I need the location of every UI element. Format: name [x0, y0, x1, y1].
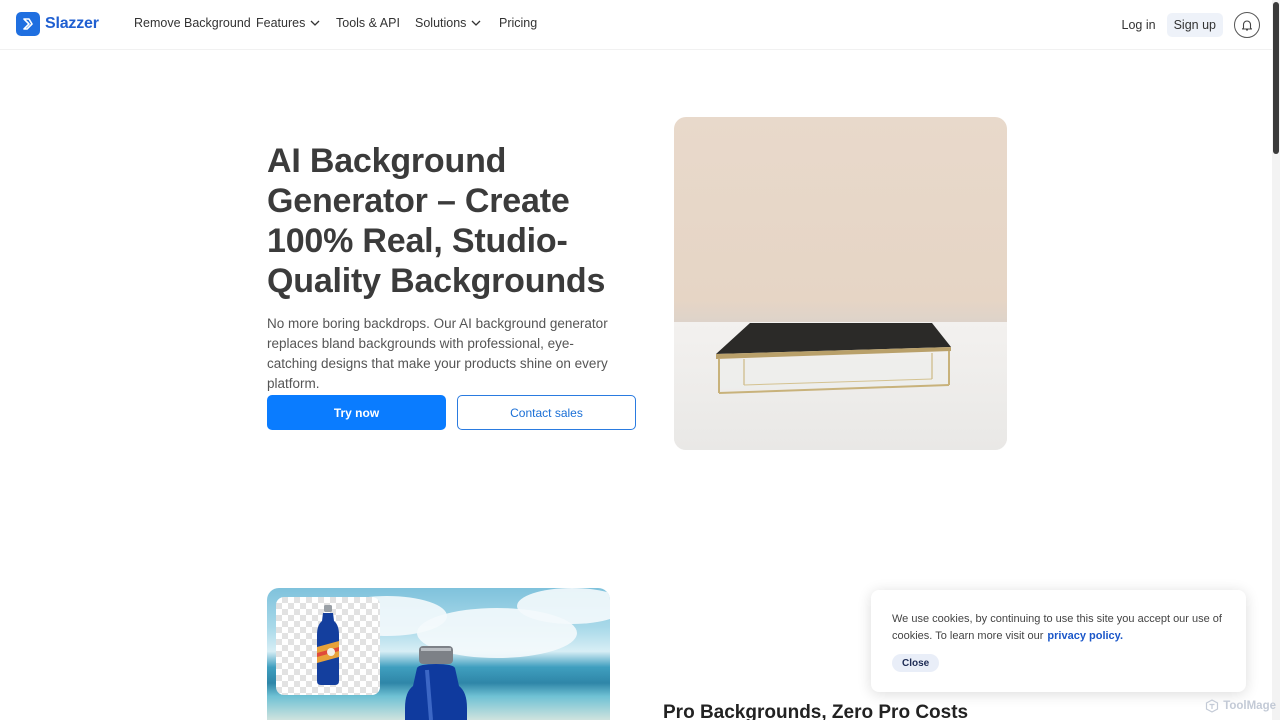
section-title: Pro Backgrounds, Zero Pro Costs [663, 702, 969, 720]
toolmage-logo-icon [1206, 699, 1219, 713]
cookie-message: We use cookies, by continuing to use thi… [892, 611, 1222, 645]
logo[interactable]: Slazzer [16, 12, 99, 36]
nav-link-label: Pricing [499, 16, 538, 30]
beach-product-image [267, 588, 610, 720]
bell-icon [1241, 20, 1253, 31]
nav-remove-background[interactable]: Remove Background [134, 16, 251, 30]
hero-product-image [674, 117, 1007, 450]
product-tray-image [716, 323, 951, 394]
watermark: ToolMage [1205, 699, 1276, 713]
try-now-button[interactable]: Try now [267, 395, 446, 430]
hero-description: No more boring backdrops. Our AI backgro… [267, 316, 608, 391]
contact-sales-button[interactable]: Contact sales [457, 395, 636, 430]
page-scrollbar[interactable] [1272, 0, 1280, 720]
top-navbar: Slazzer Remove Background Features Tools… [0, 0, 1272, 50]
nav-pricing[interactable]: Pricing [499, 16, 537, 30]
hero-title: AI Background Generator – Create 100% Re… [267, 142, 606, 300]
bottle-cutout-image [317, 605, 339, 685]
transparent-bottle-thumbnail [276, 597, 380, 695]
watermark-text: ToolMage [1223, 700, 1276, 712]
signup-button[interactable]: Sign up [1166, 13, 1223, 37]
notification-button[interactable] [1234, 12, 1260, 38]
nav-link-label: Tools & API [336, 16, 400, 30]
nav-link-label: Remove Background [134, 16, 251, 30]
cookie-close-button[interactable]: Close [892, 654, 940, 672]
chevron-down-icon [310, 20, 320, 26]
login-link[interactable]: Log in [1122, 18, 1156, 32]
cookie-banner: We use cookies, by continuing to use thi… [871, 590, 1246, 692]
privacy-policy-link[interactable]: privacy policy. [1047, 630, 1123, 642]
nav-solutions[interactable]: Solutions [415, 16, 481, 30]
nav-features[interactable]: Features [256, 16, 320, 30]
nav-tools-api[interactable]: Tools & API [336, 16, 400, 30]
scrollbar-thumb[interactable] [1273, 2, 1279, 154]
nav-link-label: Solutions [415, 16, 467, 30]
logo-text: Slazzer [45, 15, 99, 32]
chevron-down-icon [471, 20, 481, 26]
nav-actions: Log in Sign up [1122, 12, 1260, 38]
slazzer-logo-icon [16, 12, 40, 36]
nav-link-label: Features [256, 16, 306, 30]
